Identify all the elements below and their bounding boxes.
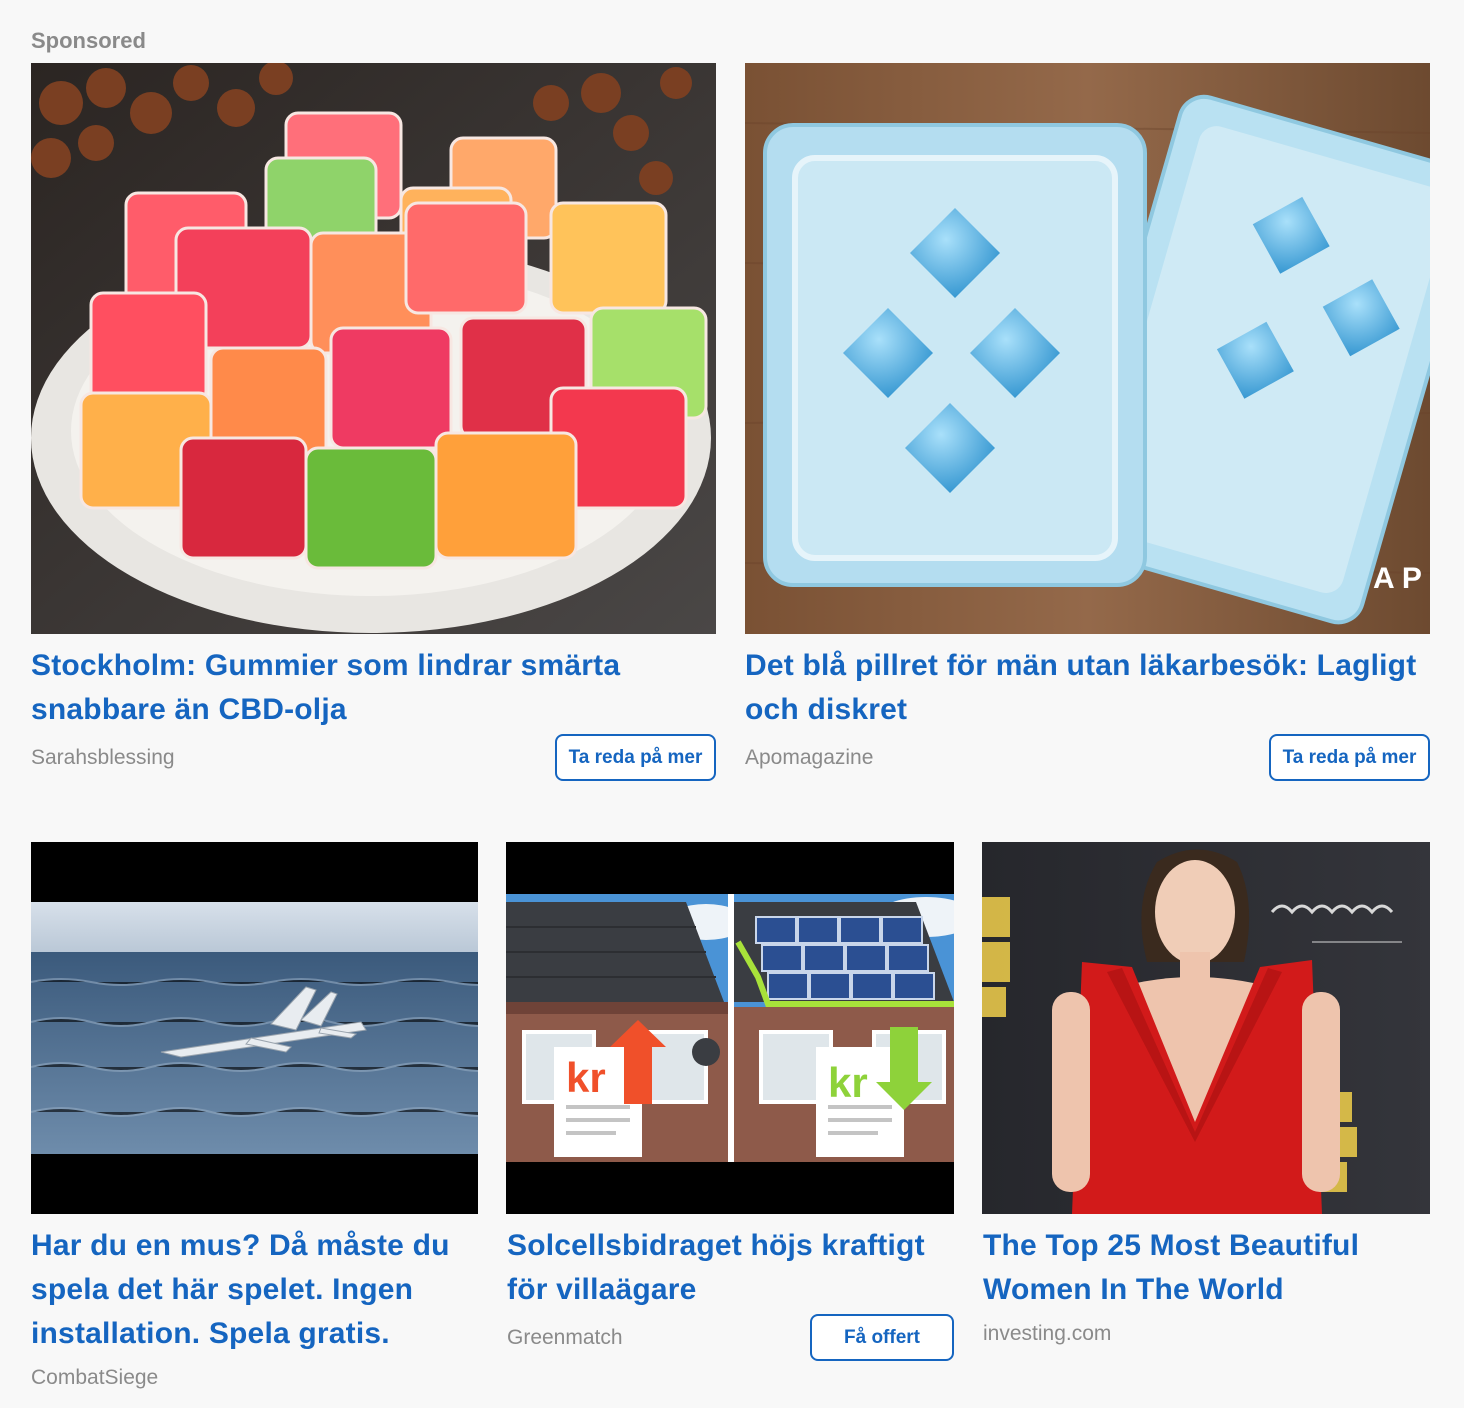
price-down-badge: kr [828,1059,868,1106]
ap-watermark: A P [1373,562,1422,595]
ad-title[interactable]: Det blå pillret för män utan läkarbesök:… [745,644,1430,732]
solar-panels-house-image[interactable]: kr kr [506,842,954,1214]
price-up-badge: kr [566,1054,606,1101]
fighter-jet-ocean-image[interactable] [31,842,478,1214]
ad-source: CombatSiege [31,1366,159,1389]
learn-more-button[interactable]: Ta reda på mer [1269,734,1430,781]
ad-title[interactable]: The Top 25 Most Beautiful Women In The W… [983,1224,1430,1312]
ad-source: Sarahsblessing [31,746,175,769]
ad-source: Apomagazine [745,746,874,769]
sponsored-label: Sponsored [31,28,146,53]
ad-title[interactable]: Stockholm: Gummier som lindrar smärta sn… [31,644,716,732]
ad-source: Greenmatch [507,1326,623,1349]
woman-red-dress-image[interactable] [982,842,1430,1214]
ad-title[interactable]: Solcellsbidraget höjs kraftigt för villa… [507,1224,955,1312]
blue-pills-blister-image[interactable]: A P [745,63,1430,634]
get-quote-button[interactable]: Få offert [810,1314,954,1361]
ad-title[interactable]: Har du en mus? Då måste du spela det här… [31,1224,478,1356]
ad-source: investing.com [983,1322,1112,1345]
learn-more-button[interactable]: Ta reda på mer [555,734,716,781]
gummies-plate-image[interactable] [31,63,716,634]
